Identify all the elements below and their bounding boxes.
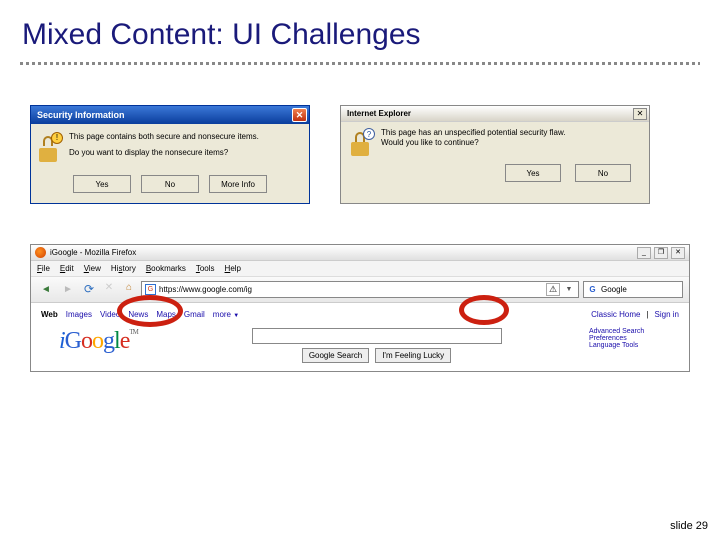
back-arrow-icon: ◄ [41, 284, 51, 295]
google-nav-tabs: Web Images Video News Maps Gmail more ▼ … [39, 307, 681, 322]
tab-images[interactable]: Images [66, 310, 92, 319]
close-icon: ✕ [637, 109, 644, 118]
classic-home-link[interactable]: Classic Home [591, 310, 640, 319]
forward-arrow-icon: ► [63, 284, 73, 295]
message-line1: This page contains both secure and nonse… [69, 132, 259, 142]
menu-bar: File Edit View History Bookmarks Tools H… [31, 261, 689, 277]
preferences-link[interactable]: Preferences [589, 335, 681, 342]
dialog-title: Internet Explorer [347, 109, 633, 118]
reload-icon: ⟳ [84, 282, 94, 296]
forward-button[interactable]: ► [59, 282, 77, 298]
navigation-toolbar: ◄ ► ⟳ ✕ ⌂ G https://www.google.com/ig ⚠ … [31, 277, 689, 303]
dialog-titlebar: Internet Explorer ✕ [341, 106, 649, 122]
close-button[interactable]: ✕ [292, 108, 307, 122]
sign-in-link[interactable]: Sign in [655, 310, 679, 319]
slide-title: Mixed Content: UI Challenges [0, 0, 720, 52]
reload-button[interactable]: ⟳ [81, 282, 97, 298]
menu-help[interactable]: Help [225, 264, 241, 273]
ie-security-dialog: Internet Explorer ✕ ? This page has an u… [340, 105, 650, 204]
tab-gmail[interactable]: Gmail [184, 310, 205, 319]
google-side-links: Advanced Search Preferences Language Too… [589, 328, 681, 363]
yes-button[interactable]: Yes [73, 175, 131, 193]
message-line2: Would you like to continue? [381, 138, 566, 148]
close-button[interactable]: ✕ [633, 108, 647, 120]
site-favicon-icon: G [145, 284, 156, 295]
google-search-input[interactable] [252, 328, 502, 344]
language-tools-link[interactable]: Language Tools [589, 342, 681, 349]
menu-file[interactable]: File [37, 264, 50, 273]
dialog-body: ! This page contains both secure and non… [31, 124, 309, 203]
chevron-down-icon: ▼ [233, 313, 239, 319]
address-bar[interactable]: G https://www.google.com/ig ⚠ ▼ [141, 281, 579, 298]
no-button[interactable]: No [141, 175, 199, 193]
url-text: https://www.google.com/ig [159, 285, 543, 294]
tab-more[interactable]: more ▼ [213, 310, 239, 319]
tab-maps[interactable]: Maps [156, 310, 176, 319]
mixed-content-warning-icon[interactable]: ⚠ [546, 283, 560, 296]
google-search-button[interactable]: Google Search [302, 348, 369, 363]
window-titlebar: iGoogle - Mozilla Firefox _ ❐ ✕ [31, 245, 689, 261]
dialog-title: Security Information [37, 110, 292, 120]
menu-tools[interactable]: Tools [196, 264, 215, 273]
menu-history[interactable]: History [111, 264, 136, 273]
tab-web[interactable]: Web [41, 310, 58, 319]
lock-warning-icon: ! [37, 132, 63, 162]
search-box[interactable]: G Google [583, 281, 683, 298]
restore-button[interactable]: ❐ [654, 247, 668, 259]
stop-button[interactable]: ✕ [101, 282, 117, 298]
home-button[interactable]: ⌂ [121, 282, 137, 298]
separator: | [646, 310, 648, 319]
close-icon: ✕ [296, 110, 304, 121]
dialog-message: This page contains both secure and nonse… [69, 132, 259, 163]
page-content: Web Images Video News Maps Gmail more ▼ … [31, 303, 689, 371]
back-button[interactable]: ◄ [37, 282, 55, 298]
feeling-lucky-button[interactable]: I'm Feeling Lucky [375, 348, 451, 363]
firefox-icon [35, 247, 46, 258]
minimize-button[interactable]: _ [637, 247, 651, 259]
lock-question-icon: ? [349, 128, 375, 156]
menu-bookmarks[interactable]: Bookmarks [146, 264, 186, 273]
google-search-icon: G [587, 284, 598, 295]
url-dropdown-icon[interactable]: ▼ [563, 286, 575, 293]
menu-view[interactable]: View [84, 264, 101, 273]
tab-video[interactable]: Video [100, 310, 120, 319]
dialog-titlebar: Security Information ✕ [31, 106, 309, 124]
tab-news[interactable]: News [128, 310, 148, 319]
dialogs-row: Security Information ✕ ! This page conta… [0, 65, 720, 224]
yes-button[interactable]: Yes [505, 164, 561, 182]
window-title: iGoogle - Mozilla Firefox [50, 248, 637, 257]
slide-number: slide 29 [670, 520, 708, 532]
dialog-body: ? This page has an unspecified potential… [341, 122, 649, 192]
stop-icon: ✕ [105, 282, 113, 293]
igoogle-logo: iGoogleTM [39, 328, 164, 363]
close-button[interactable]: ✕ [671, 247, 685, 259]
dialog-message: This page has an unspecified potential s… [381, 128, 566, 156]
message-line2: Do you want to display the nonsecure ite… [69, 148, 259, 158]
security-info-dialog: Security Information ✕ ! This page conta… [30, 105, 310, 204]
home-icon: ⌂ [126, 282, 132, 293]
menu-edit[interactable]: Edit [60, 264, 74, 273]
firefox-window: iGoogle - Mozilla Firefox _ ❐ ✕ File Edi… [30, 244, 690, 372]
advanced-search-link[interactable]: Advanced Search [589, 328, 681, 335]
search-engine-label: Google [601, 285, 627, 294]
no-button[interactable]: No [575, 164, 631, 182]
message-line1: This page has an unspecified potential s… [381, 128, 566, 138]
more-info-button[interactable]: More Info [209, 175, 267, 193]
